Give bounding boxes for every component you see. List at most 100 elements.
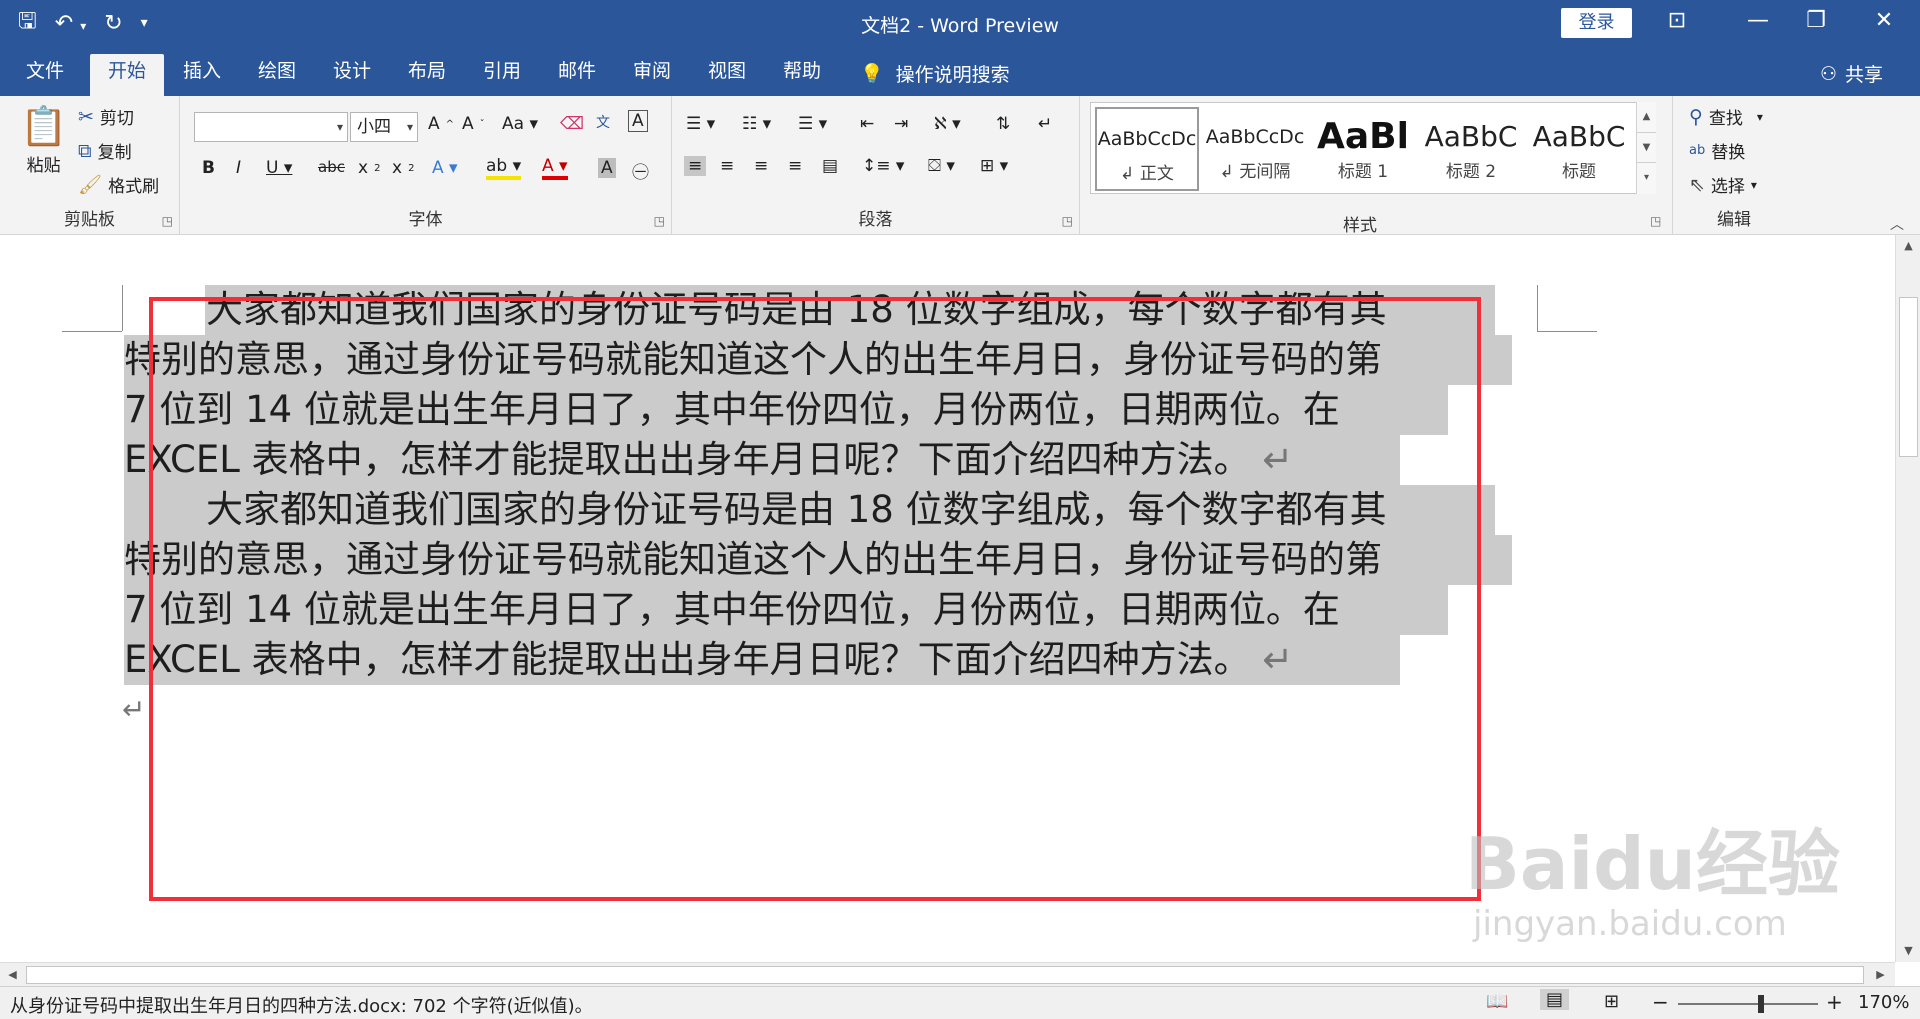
char-border-icon[interactable]: A [628,110,648,132]
vertical-scroll-thumb[interactable] [1899,297,1918,457]
underline-button[interactable]: U ▾ [266,158,292,178]
collapse-ribbon-icon[interactable]: ︿ [1890,214,1904,234]
font-launcher-icon[interactable]: ◳ [654,214,665,228]
tell-me-search[interactable]: 💡 操作说明搜索 [860,60,1010,87]
scroll-up-icon[interactable]: ▲ [1896,235,1920,257]
font-name-combo[interactable]: ▾ [194,112,348,142]
horizontal-scroll-thumb[interactable] [26,966,1864,984]
decrease-indent-icon[interactable]: ⇤ [860,114,874,134]
grow-font-button[interactable]: A ^ [428,114,454,134]
clipboard-launcher-icon[interactable]: ◳ [162,214,173,228]
borders-icon[interactable]: ⊞ ▾ [980,156,1008,176]
tab-layout[interactable]: 布局 [390,54,464,96]
subscript-button[interactable]: x2 [358,158,380,178]
replace-button[interactable]: ab 替换 [1689,138,1745,163]
enclose-char-icon[interactable]: ㊀ [632,158,649,183]
align-right-icon[interactable]: ≡ [754,156,768,176]
style-title[interactable]: AaBbC 标题 [1527,107,1631,191]
tab-insert[interactable]: 插入 [165,54,239,96]
vertical-scrollbar[interactable]: ▲ ▼ [1895,235,1920,962]
tab-file[interactable]: 文件 [8,54,82,96]
align-center-icon[interactable]: ≡ [720,156,734,176]
sort-icon[interactable]: ⇅ [996,114,1010,134]
restore-icon[interactable]: ❐ [1796,8,1836,33]
line-spacing-icon[interactable]: ↕≡ ▾ [862,156,904,176]
login-button[interactable]: 登录 [1561,8,1632,38]
style-normal[interactable]: AaBbCcDc ↲ 正文 [1095,107,1199,191]
zoom-slider[interactable] [1678,1003,1818,1005]
copy-button[interactable]: ⧉ 复制 [78,138,132,164]
tab-design[interactable]: 设计 [315,54,389,96]
bullets-icon[interactable]: ☰ ▾ [686,114,715,134]
web-layout-icon[interactable]: ⊞ [1604,991,1619,1012]
paragraph-launcher-icon[interactable]: ◳ [1062,214,1073,228]
tab-draw[interactable]: 绘图 [240,54,314,96]
style-heading-1[interactable]: AaBl 标题 1 [1311,107,1415,191]
shrink-font-button[interactable]: Aˇ [462,114,485,134]
zoom-in-icon[interactable]: + [1826,990,1843,1014]
strikethrough-button[interactable]: abc [318,158,345,176]
zoom-slider-handle[interactable] [1758,995,1764,1013]
print-layout-icon[interactable]: ▤ [1540,989,1570,1010]
font-color-icon[interactable]: A ▾ [542,156,568,180]
tab-home[interactable]: 开始 [90,54,165,96]
scroll-left-icon[interactable]: ◀ [0,964,25,986]
asian-layout-icon[interactable]: ℵ ▾ [934,114,961,134]
clear-format-icon[interactable]: ⌫ [560,114,584,134]
align-left-icon[interactable]: ≡ [684,156,707,176]
change-case-button[interactable]: Aa ▾ [502,114,538,134]
minimize-icon[interactable]: — [1738,8,1778,33]
format-painter-label: 格式刷 [108,177,160,197]
italic-button[interactable]: I [236,158,241,178]
styles-gallery-scroll[interactable]: ▲ ▼ ▾ [1636,102,1656,194]
char-shading-icon[interactable]: A [598,158,616,178]
chevron-down-icon[interactable]: ▼ [1637,132,1656,162]
show-marks-icon[interactable]: ↵ [1038,114,1052,134]
lightbulb-icon: 💡 [860,63,884,85]
scroll-right-icon[interactable]: ▶ [1868,964,1893,986]
tab-help[interactable]: 帮助 [765,54,839,96]
shading-icon[interactable]: ⛋ ▾ [928,156,955,176]
highlight-color-icon[interactable]: ab ▾ [486,156,522,180]
share-button[interactable]: ⚇ 共享 [1820,60,1883,87]
paste-button[interactable]: 📋 粘贴 [20,104,67,176]
find-label: 查找 [1708,109,1743,129]
crop-mark [62,331,122,332]
status-word-count[interactable]: 从身份证号码中提取出生年月日的四种方法.docx: 702 个字符(近似值)。 [10,992,593,1018]
tab-mailings[interactable]: 邮件 [540,54,614,96]
phonetic-guide-icon[interactable]: 文 [596,112,610,132]
paragraph-mark: ↵ [122,693,146,726]
distributed-icon[interactable]: ▤ [822,156,838,176]
cut-button[interactable]: ✂ 剪切 [78,104,134,130]
justify-icon[interactable]: ≡ [788,156,802,176]
document-area[interactable]: 大家都知道我们国家的身份证号码是由 18 位数字组成，每个数字都有其 特别的意思… [0,235,1900,962]
horizontal-scrollbar[interactable]: ◀ ▶ [0,962,1895,986]
multilevel-list-icon[interactable]: ☰ ▾ [798,114,827,134]
tab-references[interactable]: 引用 [465,54,539,96]
zoom-out-icon[interactable]: − [1652,990,1669,1014]
copy-label: 复制 [97,143,132,163]
zoom-level[interactable]: 170% [1858,992,1909,1013]
format-painter-button[interactable]: 🖌 格式刷 [78,172,159,197]
read-mode-icon[interactable]: 📖 [1486,991,1508,1012]
ribbon-display-icon[interactable]: ⊡ [1657,8,1697,33]
superscript-button[interactable]: x2 [392,158,414,178]
chevron-up-icon[interactable]: ▲ [1637,102,1656,132]
style-name: 标题 2 [1445,162,1497,182]
find-button[interactable]: ⚲ 查找 ▾ [1689,104,1763,130]
numbering-icon[interactable]: ☷ ▾ [742,114,771,134]
tab-review[interactable]: 审阅 [615,54,689,96]
text-effects-icon[interactable]: A ▾ [432,158,458,178]
scroll-down-icon[interactable]: ▼ [1896,940,1920,962]
close-icon[interactable]: ✕ [1864,8,1904,33]
clipboard-group-label: 剪贴板 [64,210,115,230]
select-button[interactable]: ⇖ 选择 ▾ [1689,172,1757,198]
more-icon[interactable]: ▾ [1637,162,1656,192]
font-size-combo[interactable]: 小四 ▾ [350,112,418,142]
increase-indent-icon[interactable]: ⇥ [894,114,908,134]
bold-button[interactable]: B [202,158,215,178]
tab-view[interactable]: 视图 [690,54,764,96]
style-no-spacing[interactable]: AaBbCcDc ↲ 无间隔 [1203,107,1307,191]
style-heading-2[interactable]: AaBbC 标题 2 [1419,107,1523,191]
styles-launcher-icon[interactable]: ◳ [1650,214,1661,228]
